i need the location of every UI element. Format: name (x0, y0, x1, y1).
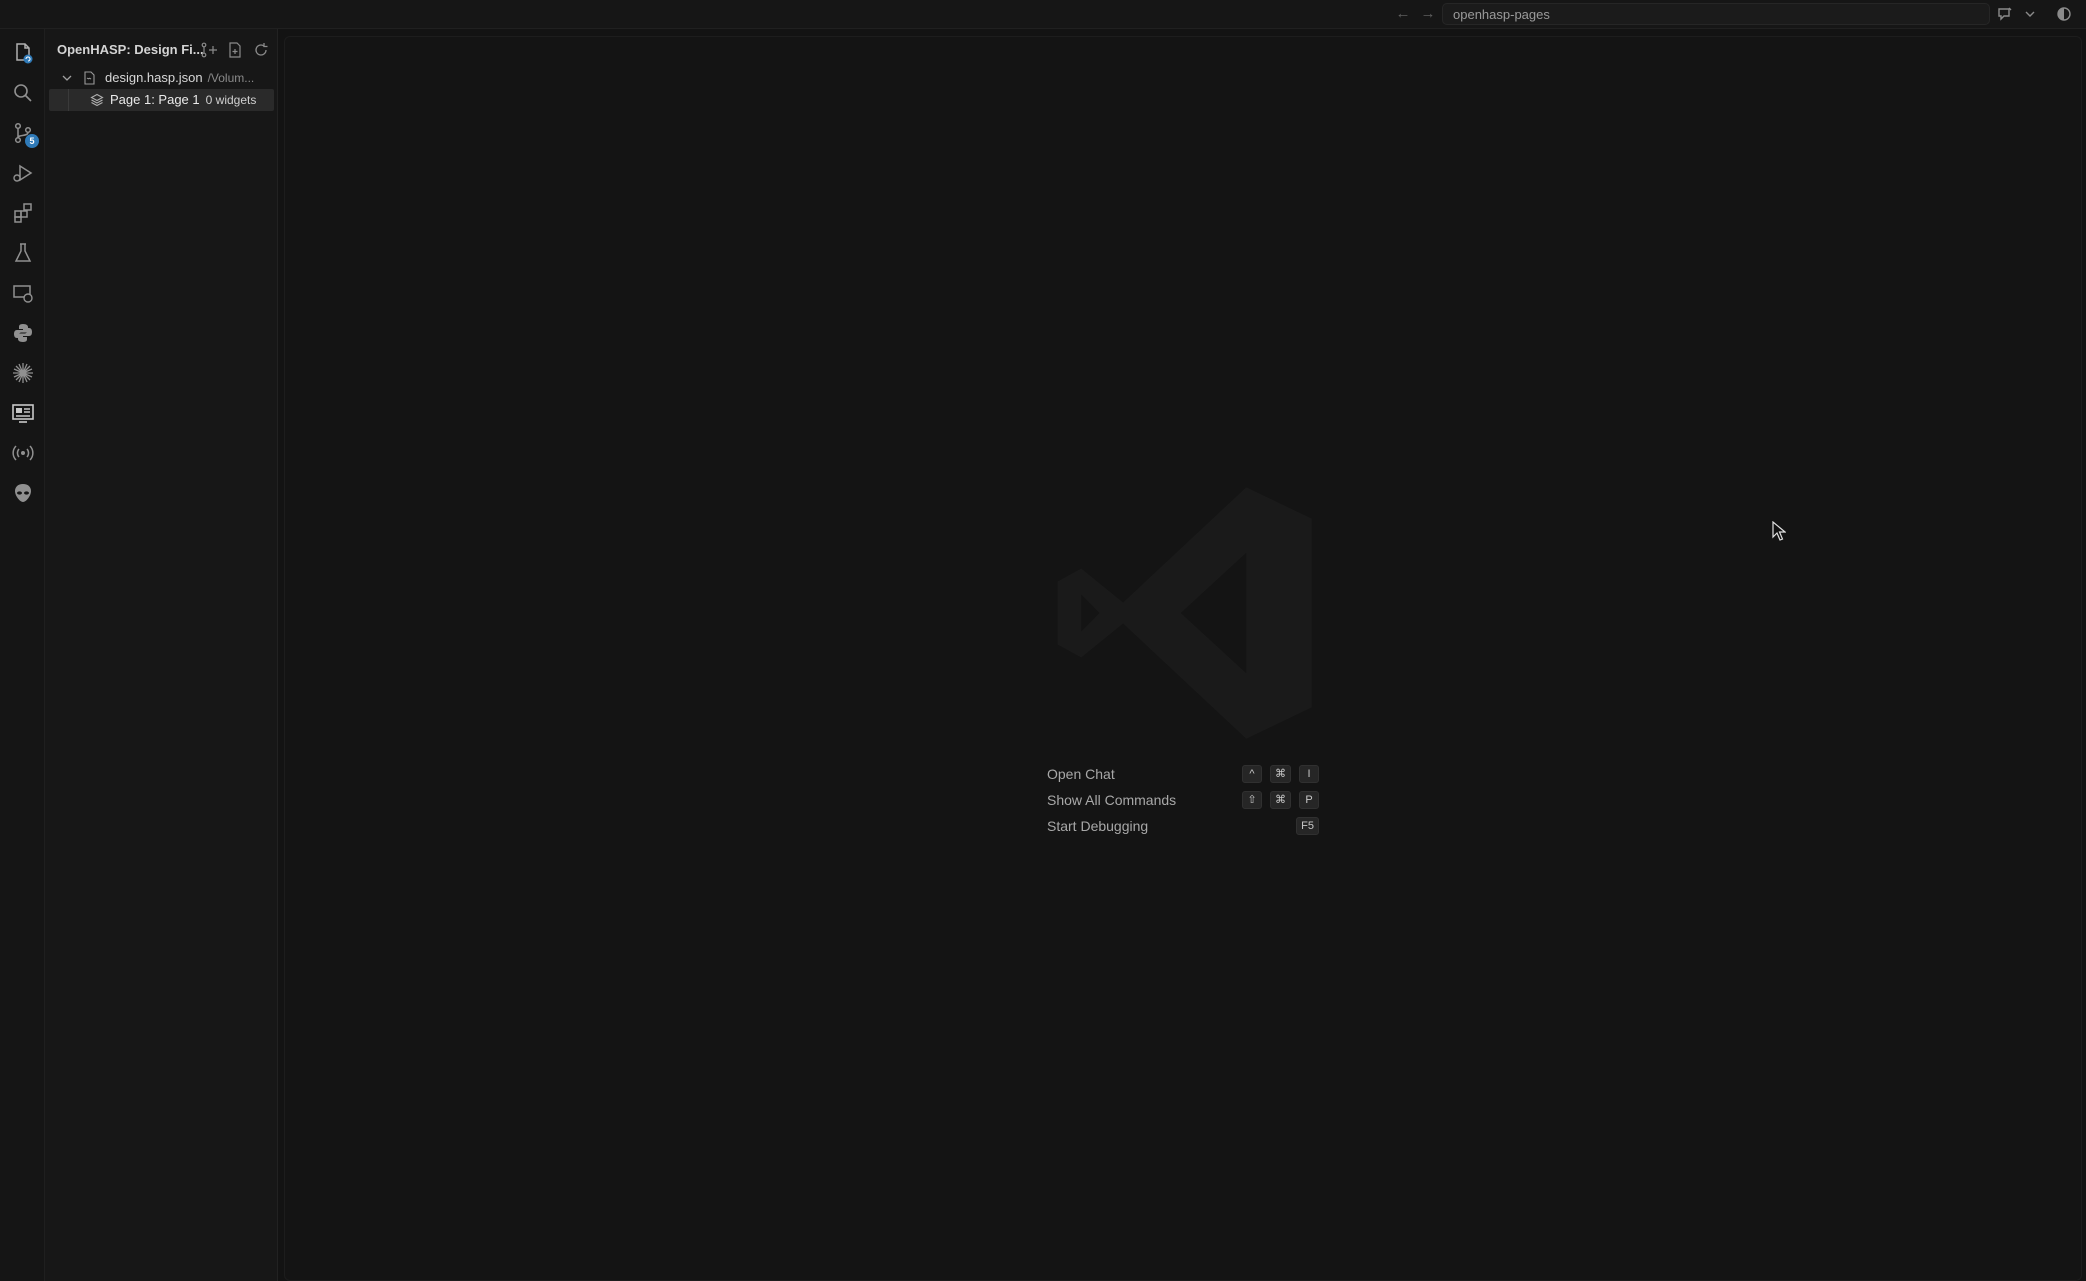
chevron-down-icon[interactable] (2021, 5, 2039, 23)
activity-bar: 5 (0, 29, 45, 1281)
new-design-icon[interactable] (200, 41, 218, 59)
key-shift: ⇧ (1242, 791, 1262, 809)
shortcut-show-all-commands-label: Show All Commands (1047, 792, 1177, 808)
layout-icon[interactable] (2055, 5, 2073, 23)
shortcut-open-chat-label: Open Chat (1047, 766, 1115, 782)
tree-item-page-1[interactable]: Page 1: Page 1 0 widgets (49, 89, 274, 111)
source-control-icon[interactable]: 5 (6, 116, 40, 150)
design-file-path: /Volum... (207, 71, 255, 85)
sidebar-title: OpenHASP: Design Fi... (57, 42, 204, 57)
search-icon[interactable] (6, 76, 40, 110)
python-icon[interactable] (6, 316, 40, 350)
key-f5: F5 (1296, 817, 1319, 835)
title-bar: ← → openhasp-pages (0, 0, 2086, 29)
key-p: P (1299, 791, 1319, 809)
mouse-cursor-icon (1772, 521, 1786, 541)
flask-icon[interactable] (6, 236, 40, 270)
shortcut-start-debugging[interactable]: Start Debugging F5 (1047, 815, 1319, 837)
run-debug-icon[interactable] (6, 156, 40, 190)
command-center-search[interactable]: openhasp-pages (1442, 3, 1990, 25)
shortcut-start-debugging-label: Start Debugging (1047, 818, 1149, 834)
sparkle-icon[interactable] (6, 356, 40, 390)
layers-icon (90, 93, 104, 107)
refresh-icon[interactable] (252, 41, 270, 59)
sidebar-actions (200, 41, 276, 59)
page-1-widget-count: 0 widgets (205, 93, 257, 107)
arrow-right-icon[interactable]: → (1418, 4, 1438, 24)
new-file-icon[interactable] (226, 41, 244, 59)
remote-explorer-icon[interactable] (6, 276, 40, 310)
chat-icon[interactable] (1996, 5, 2014, 23)
key-cmd: ⌘ (1270, 791, 1291, 809)
vscode-logo-watermark (1057, 487, 1312, 739)
page-1-label: Page 1: Page 1 (110, 92, 200, 107)
sidebar: OpenHASP: Design Fi... design.hasp.json /… (45, 29, 278, 1281)
alien-icon[interactable] (6, 476, 40, 510)
display-icon[interactable] (6, 396, 40, 430)
design-file-name: design.hasp.json (105, 70, 203, 85)
shortcut-show-all-commands[interactable]: Show All Commands ⇧ ⌘ P (1047, 789, 1319, 811)
key-ctrl: ^ (1242, 765, 1262, 783)
command-center-text: openhasp-pages (1453, 7, 1550, 22)
tree-indent-guide (68, 89, 69, 111)
broadcast-icon[interactable] (6, 436, 40, 470)
shortcut-open-chat[interactable]: Open Chat ^ ⌘ I (1047, 763, 1319, 785)
key-i: I (1299, 765, 1319, 783)
extensions-icon[interactable] (6, 196, 40, 230)
source-control-badge: 5 (25, 134, 39, 148)
files-icon[interactable] (6, 36, 40, 70)
arrow-left-icon[interactable]: ← (1393, 4, 1413, 24)
chevron-down-icon[interactable] (62, 73, 72, 83)
key-cmd: ⌘ (1270, 765, 1291, 783)
json-file-icon (84, 71, 95, 85)
tree-item-design-file[interactable]: design.hasp.json/Volum... (49, 67, 274, 89)
